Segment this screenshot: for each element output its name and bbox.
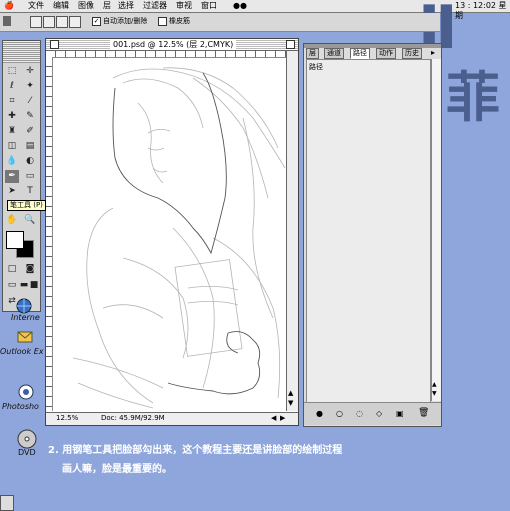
menu-select[interactable]: 选择	[118, 1, 134, 11]
document-window: 001.psd @ 12.5% (层 2,CMYK) ▲ ▼ 12.5% Doc…	[45, 38, 299, 426]
menu-window[interactable]: 窗口	[201, 1, 217, 11]
crop-tool-icon[interactable]: ⌗	[5, 95, 19, 108]
zoom-tool-icon[interactable]: 🔍	[23, 214, 37, 227]
internet-label: Interne	[11, 313, 40, 322]
eraser-tool-icon[interactable]: ◫	[5, 140, 19, 153]
scroll-down-icon[interactable]: ▼	[288, 399, 293, 407]
blur-tool-icon[interactable]: 💧	[5, 155, 19, 168]
scroll-up-icon[interactable]: ▲	[288, 389, 293, 397]
scroll-right-icon[interactable]: ▶	[280, 414, 285, 422]
options-bar: ✓ 自动添加/删除 橡皮筋	[0, 13, 440, 32]
quickmask-mode-icon[interactable]: ◙	[23, 263, 37, 276]
zoom-level[interactable]: 12.5%	[56, 414, 78, 422]
path-item[interactable]: 路径	[309, 62, 323, 72]
document-title: 001.psd @ 12.5% (层 2,CMYK)	[110, 39, 237, 50]
load-selection-icon[interactable]: ◌	[356, 409, 363, 418]
marquee-tool-icon[interactable]: ⬚	[5, 65, 19, 78]
fill-pixels-icon[interactable]	[56, 16, 68, 28]
caption-line-1: 2. 用钢笔工具把脸部勾出来，这个教程主要还是讲脸部的绘制过程	[48, 445, 343, 456]
line-art-drawing	[72, 67, 286, 409]
fill-path-icon[interactable]: ●	[316, 409, 323, 418]
foreground-color-swatch[interactable]	[6, 231, 24, 249]
pen-tool-tooltip: 笔工具 (P)	[7, 200, 46, 211]
menu-layer[interactable]: 层	[103, 1, 111, 11]
tab-channels[interactable]: 通道	[324, 48, 344, 59]
dvd-label: DVD	[18, 448, 36, 457]
screen-mode-3-icon[interactable]: ■	[29, 279, 39, 292]
status-bar: 12.5% Doc: 45.9M/92.9M ◀ ▶	[46, 412, 298, 425]
stroke-path-icon[interactable]: ○	[336, 409, 343, 418]
rubber-band-label: 橡皮筋	[169, 17, 190, 25]
menu-edit[interactable]: 编辑	[53, 1, 69, 11]
zoom-box-icon[interactable]	[286, 40, 295, 49]
tab-history[interactable]: 历史	[402, 48, 422, 59]
apple-menu-icon[interactable]: 🍎	[4, 1, 14, 11]
paths-list: 路径	[306, 59, 431, 403]
horizontal-ruler	[46, 51, 286, 58]
magic-wand-icon[interactable]: ✦	[23, 80, 37, 93]
dodge-tool-icon[interactable]: ◐	[23, 155, 37, 168]
shape-layer-icon[interactable]	[30, 16, 42, 28]
lasso-tool-icon[interactable]: ℓ	[5, 80, 19, 93]
auto-add-delete-label: 自动添加/删除	[103, 17, 148, 25]
panel-scroll-up-icon[interactable]: ▲	[432, 381, 437, 388]
eyes-icon: ●●	[233, 1, 247, 10]
move-tool-icon[interactable]: ✛	[23, 65, 37, 78]
tab-actions[interactable]: 动作	[376, 48, 396, 59]
brush-tool-icon[interactable]: ✎	[23, 110, 37, 123]
menu-image[interactable]: 图像	[78, 1, 94, 11]
tab-paths[interactable]: 路径	[350, 48, 370, 59]
paths-mode-icon[interactable]	[43, 16, 55, 28]
gradient-tool-icon[interactable]: ▤	[23, 140, 37, 153]
menu-file[interactable]: 文件	[28, 1, 44, 11]
stamp-tool-icon[interactable]: ♜	[5, 125, 19, 138]
shape-tool-icon[interactable]: ▭	[23, 170, 37, 183]
toolbox: ⬚ ✛ ℓ ✦ ⌗ ⁄ ✚ ✎ ♜ ✐ ◫ ▤ 💧 ◐ ✒ ▭ ➤ T ▢ ✋ …	[2, 40, 41, 312]
toolbox-header	[3, 41, 40, 63]
tab-layers[interactable]: 层	[306, 48, 319, 59]
outlook-label: Outlook Ex	[0, 347, 44, 356]
selection-arrow-icon[interactable]: ➤	[5, 185, 19, 198]
panel-scrollbar[interactable]: ▲ ▼	[431, 59, 441, 401]
scroll-left-icon[interactable]: ◀	[271, 414, 276, 422]
auto-add-delete-checkbox[interactable]: ✓	[92, 17, 101, 26]
document-canvas[interactable]	[53, 58, 286, 411]
desktop-glyph-2: 菲	[446, 66, 500, 129]
panel-footer: ● ○ ◌ ◇ ▣ 🗑	[304, 402, 441, 425]
vertical-scrollbar[interactable]: ▲ ▼	[286, 51, 298, 411]
standard-mode-icon[interactable]: □	[5, 263, 19, 276]
desktop-trash-icon[interactable]	[0, 495, 14, 511]
photoshop-label: Photosho	[2, 402, 39, 411]
paths-panel: 层 通道 路径 动作 历史 ▸ 路径 ▲ ▼ ● ○ ◌ ◇ ▣ 🗑	[303, 43, 442, 427]
slice-tool-icon[interactable]: ⁄	[23, 95, 37, 108]
photoshop-icon[interactable]	[17, 383, 37, 401]
make-work-path-icon[interactable]: ◇	[376, 409, 382, 418]
caption-line-2: 画人嘛，脸是最重要的。	[62, 464, 172, 475]
menu-filter[interactable]: 过滤器	[143, 1, 167, 11]
type-tool-icon[interactable]: T	[23, 185, 37, 198]
history-brush-icon[interactable]: ✐	[23, 125, 37, 138]
new-path-icon[interactable]: ▣	[396, 409, 404, 418]
pen-option-icon[interactable]	[69, 16, 81, 28]
vertical-ruler	[46, 57, 53, 411]
clock: 13 : 12:02 星期	[455, 1, 507, 20]
rubber-band-checkbox[interactable]	[158, 17, 167, 26]
hand-tool-icon[interactable]: ✋	[5, 214, 19, 227]
panel-menu-icon[interactable]: ▸	[431, 48, 435, 57]
panel-scroll-down-icon[interactable]: ▼	[432, 390, 437, 397]
doc-size-info[interactable]: Doc: 45.9M/92.9M	[101, 414, 165, 422]
close-box-icon[interactable]	[50, 40, 59, 49]
dvd-icon[interactable]	[16, 429, 37, 449]
trash-icon[interactable]: 🗑	[418, 408, 429, 418]
document-titlebar[interactable]: 001.psd @ 12.5% (层 2,CMYK)	[46, 39, 298, 51]
healing-brush-icon[interactable]: ✚	[5, 110, 19, 123]
pen-tool-icon[interactable]: ✒	[5, 170, 19, 183]
pen-tool-preset-icon[interactable]	[3, 16, 11, 26]
outlook-icon[interactable]	[16, 328, 36, 346]
menu-view[interactable]: 审视	[176, 1, 192, 11]
